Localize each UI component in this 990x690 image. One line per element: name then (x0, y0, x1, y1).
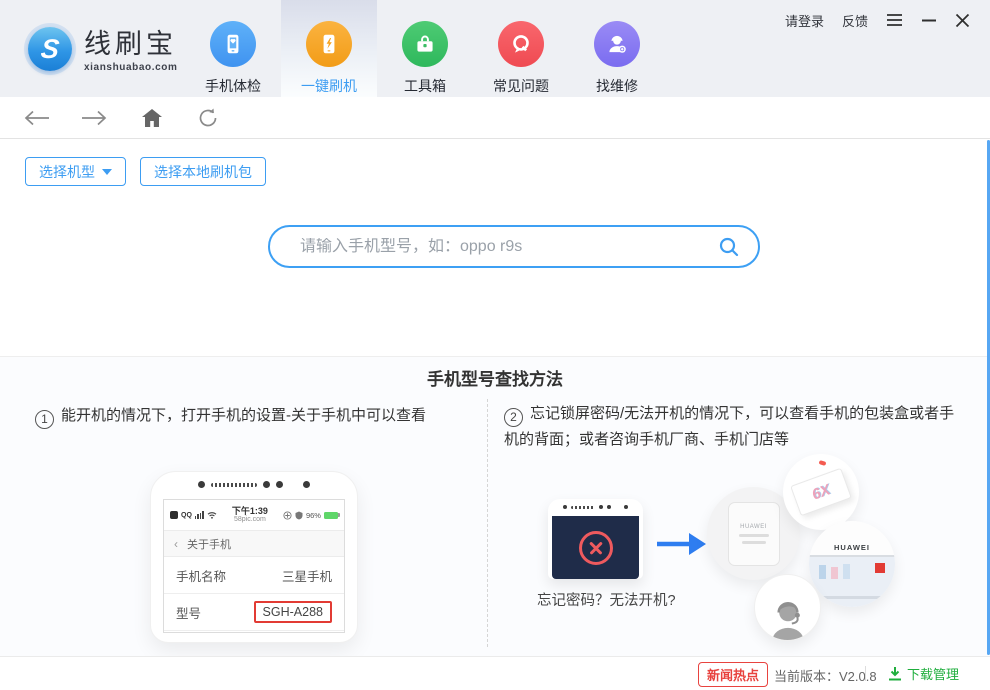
nav-label: 手机体检 (205, 78, 261, 94)
brand-domain: xianshuabao.com (84, 61, 178, 73)
error-cross-icon (578, 530, 613, 565)
phone-sensors (151, 481, 357, 488)
signal-icon (194, 511, 204, 519)
phone-name-label: 手机名称 (176, 569, 227, 584)
select-local-rom-button[interactable]: 选择本地刷机包 (140, 157, 266, 186)
locked-caption: 忘记密码？无法开机? (537, 593, 676, 609)
one-key-flash-icon (306, 21, 352, 67)
step-1-number: 1 (35, 410, 54, 429)
brand-name: 线刷宝 (84, 29, 177, 59)
nav-label: 找维修 (596, 78, 638, 94)
nav-item-repair[interactable]: 找维修 (569, 0, 665, 97)
step-1-text: 能开机的情况下，打开手机的设置-关于手机中可以查看 (61, 407, 426, 424)
guide-step-2: 2 忘记锁屏密码/无法开机的情况下，可以查看手机的包装盒或者手机的背面；或者咨询手… (504, 401, 962, 452)
download-icon (889, 667, 901, 681)
nav-label: 常见问题 (493, 78, 549, 94)
phone-model-row: 型号 SGH-A288 (164, 593, 344, 631)
nav-item-phone-check[interactable]: 手机体检 (185, 0, 281, 97)
about-phone-label: 关于手机 (187, 538, 231, 551)
wifi-icon (207, 512, 217, 519)
guide-step-1: 1 能开机的情况下，打开手机的设置-关于手机中可以查看 (35, 403, 480, 429)
close-button[interactable] (955, 13, 970, 28)
phone-screen: QQ 下午1:39 58pic.com 96% ‹ 关于手机 手机名称 三星手机… (163, 499, 345, 633)
phone-settings-illustration: QQ 下午1:39 58pic.com 96% ‹ 关于手机 手机名称 三星手机… (150, 471, 358, 643)
logo-icon: S (28, 27, 72, 71)
column-divider (487, 399, 488, 647)
step-2-number: 2 (504, 408, 523, 427)
box-logo-mark (818, 460, 827, 466)
about-phone-row: ‹ 关于手机 (164, 530, 344, 557)
browser-toolbar (0, 97, 990, 139)
app-logo: S 线刷宝 xianshuabao.com (28, 27, 177, 73)
store-sign-label: HUAWEI (834, 543, 870, 553)
faq-icon (498, 21, 544, 67)
shield-icon (295, 511, 303, 519)
minimize-button[interactable] (921, 13, 937, 27)
retail-box: 6X (790, 467, 852, 517)
nav-item-faq[interactable]: 常见问题 (473, 0, 569, 97)
battery-percent: 96% (305, 510, 321, 520)
status-app-icon (170, 511, 178, 519)
main-nav: 手机体检 一键刷机 工具箱 常见问题 找维修 (185, 0, 665, 97)
arrow-right-icon (657, 533, 706, 555)
customer-service-icon (772, 601, 803, 640)
version-label: 当前版本：V2.0.8 (774, 669, 877, 684)
status-carrier: QQ (181, 511, 192, 519)
app-header: S 线刷宝 xianshuabao.com 手机体检 一键刷机 工具箱 常见问题… (0, 0, 990, 97)
menu-icon[interactable] (886, 13, 903, 27)
news-hotspot-button[interactable]: 新闻热点 (698, 662, 769, 687)
customer-service-bubble (754, 574, 821, 641)
store-awning: HUAWEI (809, 521, 895, 558)
step-2-text: 忘记锁屏密码/无法开机的情况下，可以查看手机的包装盒或者手机的背面；或者咨询手机… (504, 405, 955, 448)
search-input[interactable] (300, 237, 718, 256)
phone-model-value-highlight: SGH-A288 (253, 601, 332, 623)
logo-letter: S (39, 33, 61, 64)
chevron-down-icon (102, 168, 112, 175)
status-time: 下午1:39 (231, 505, 268, 516)
phone-back-brand: HUAWEI (740, 523, 767, 530)
status-site: 58pic.com (233, 516, 266, 524)
home-button[interactable] (139, 106, 165, 130)
phone-check-icon (210, 21, 256, 67)
model-lookup-guide: 手机型号查找方法 1 能开机的情况下，打开手机的设置-关于手机中可以查看 2 忘记锁… (0, 356, 990, 656)
feedback-link[interactable]: 反馈 (842, 11, 868, 30)
locked-phone-sensors (548, 505, 643, 509)
nav-label: 一键刷机 (301, 78, 357, 94)
phone-statusbar: QQ 下午1:39 58pic.com 96% (164, 500, 344, 530)
status-footer: 新闻热点 当前版本：V2.0.8 下载管理 (0, 656, 990, 690)
search-icon[interactable] (718, 236, 740, 258)
orientation-lock-icon (283, 510, 292, 520)
back-chevron-icon: ‹ (174, 536, 178, 551)
refresh-button[interactable] (195, 106, 221, 130)
nav-item-one-key-flash[interactable]: 一键刷机 (281, 0, 377, 97)
select-model-button[interactable]: 选择机型 (25, 157, 126, 186)
phone-back-card: HUAWEI (727, 501, 780, 566)
storefront (809, 557, 895, 607)
battery-icon (323, 511, 341, 519)
phone-store-bubble: HUAWEI (809, 521, 895, 607)
footer-divider (865, 666, 866, 681)
download-manager-button[interactable]: 下载管理 (888, 664, 959, 683)
back-button[interactable] (24, 106, 50, 130)
retail-box-bubble: 6X (783, 454, 859, 530)
repair-icon (594, 21, 640, 67)
retail-box-label: 6X (809, 480, 833, 504)
select-model-label: 选择机型 (39, 163, 95, 180)
locked-phone-screen (552, 516, 639, 579)
download-manager-label: 下载管理 (907, 667, 960, 682)
phone-model-label: 型号 (176, 606, 202, 621)
guide-title: 手机型号查找方法 (427, 370, 563, 389)
toolbox-icon (402, 21, 448, 67)
select-local-rom-label: 选择本地刷机包 (154, 163, 252, 180)
locked-phone-illustration (548, 499, 643, 579)
forward-button[interactable] (81, 106, 107, 130)
nav-label: 工具箱 (404, 78, 446, 94)
phone-name-row: 手机名称 三星手机 (164, 557, 344, 593)
phone-name-value: 三星手机 (281, 569, 332, 584)
login-link[interactable]: 请登录 (785, 11, 824, 30)
search-box (268, 225, 760, 268)
nav-item-toolbox[interactable]: 工具箱 (377, 0, 473, 97)
